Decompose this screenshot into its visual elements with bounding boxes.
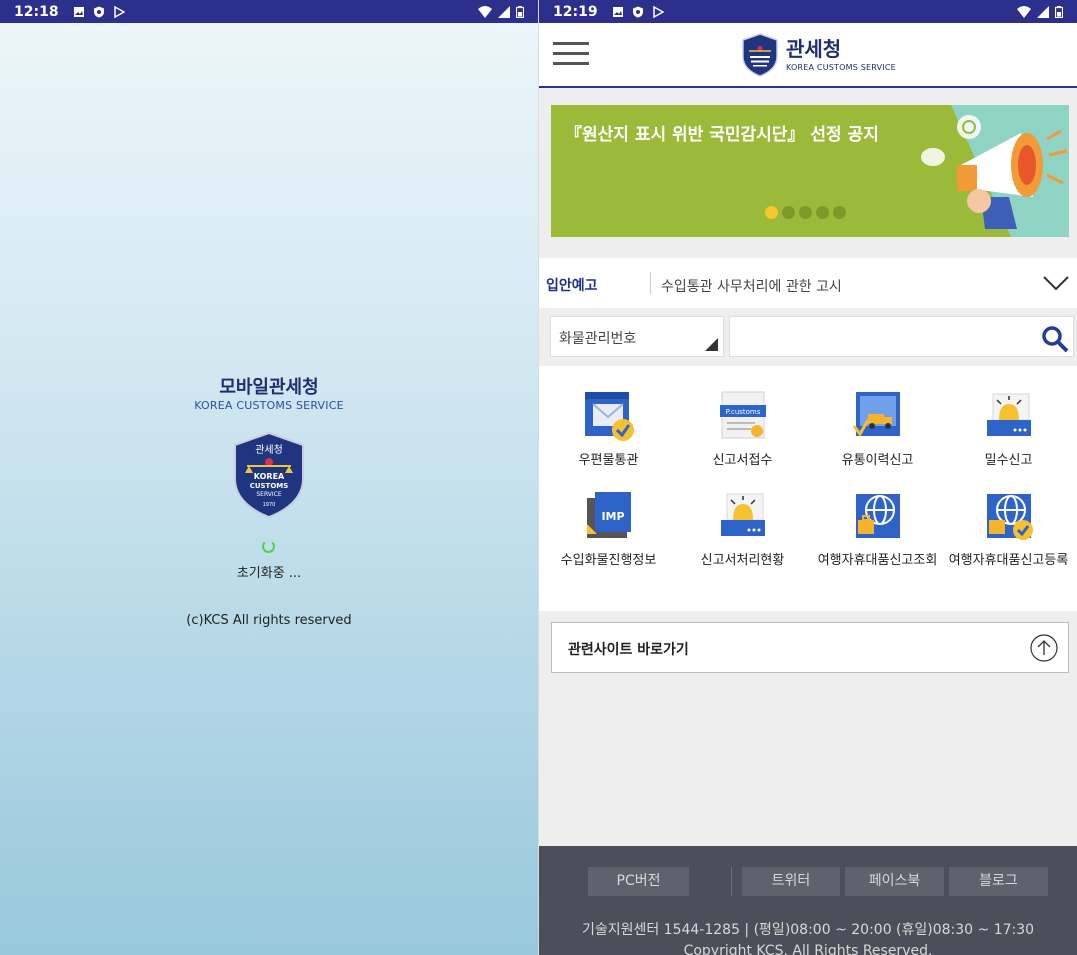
menu-item-label: 여행자휴대품신고등록 [948,553,1069,568]
loading-spinner [262,540,275,553]
banner-text: 『원산지 표시 위반 국민감시단』 선정 공지 [565,125,879,145]
menu-item-label: 신고서접수 [712,453,773,468]
emblem-service-text: SERVICE [256,491,282,498]
shield-notification-icon [93,6,104,17]
globe-luggage-check-icon [986,494,1033,540]
search-input[interactable] [729,316,1074,357]
menu-item-label: 여행자휴대품신고조회 [817,553,938,568]
main-screen: 12:19 관세청 KOREA CUSTOMS SERVICE 『원산지 표시 … [539,0,1077,955]
emblem-top-text: 관세청 [255,444,283,456]
pagination-dot[interactable] [816,206,829,219]
menu-item-label: 유통이력신고 [841,453,914,468]
megaphone-icon [921,105,1069,237]
blog-button[interactable]: 블로그 [949,867,1048,896]
related-sites-button[interactable]: 관련사이트 바로가기 [551,622,1069,673]
related-sites-area: 관련사이트 바로가기 [539,611,1077,846]
dropdown-triangle-icon [705,338,718,351]
splash-title: 모바일관세청 [219,377,319,398]
menu-item-distribution-report[interactable]: 유통이력신고 [810,390,945,468]
support-center-info: 기술지원센터 1544-1285 | (평일)08:00 ~ 20:00 (휴일… [581,922,1035,938]
status-bar: 12:18 [0,0,538,23]
status-time: 12:19 [553,3,598,20]
splash-screen: 12:18 모바일관세청 KOREA CUSTOMS SERVICE 관세청 K… [0,0,538,955]
customs-document-icon: P.customs [719,391,766,439]
battery-icon [1055,5,1063,18]
arrow-up-circle-icon[interactable] [1030,634,1058,662]
service-menu-grid: 우편물통관 P.customs 신고서접수 유통이력신고 밀수신고 IMP 수입… [539,366,1077,611]
svg-text:IMP: IMP [601,510,624,523]
header-title: 관세청 [786,36,842,61]
menu-item-traveler-goods-inquiry[interactable]: 여행자휴대품신고조회 [810,490,945,568]
twitter-button[interactable]: 트위터 [742,867,840,896]
menu-item-label: 우편물통관 [578,453,639,468]
loading-text: 초기화중 ... [236,566,302,581]
search-type-select[interactable]: 화물관리번호 [550,316,724,357]
notice-divider [650,272,651,294]
battery-icon [516,5,524,18]
menu-item-label: 신고서처리현황 [700,553,785,568]
emblem-year-text: 1970 [263,502,276,508]
banner-area: 『원산지 표시 위반 국민감시단』 선정 공지 [539,88,1077,258]
menu-item-smuggling-report[interactable]: 밀수신고 [941,390,1076,468]
menu-item-postal-clearance[interactable]: 우편물통관 [541,390,676,468]
menu-item-declaration-receipt[interactable]: P.customs 신고서접수 [675,390,810,468]
delivery-truck-icon [852,392,900,437]
notice-text[interactable]: 수입통관 사무처리에 관한 고시 [661,276,842,296]
pagination-dot[interactable] [765,206,778,219]
related-sites-label: 관련사이트 바로가기 [568,642,689,658]
wifi-icon [1017,5,1031,18]
menu-item-import-cargo-info[interactable]: IMP 수입화물진행정보 [541,490,676,568]
imp-cargo-icon: IMP [586,492,631,538]
footer-divider [731,867,732,896]
photo-notification-icon [612,6,623,17]
pagination-dot[interactable] [833,206,846,219]
splash-subtitle: KOREA CUSTOMS SERVICE [194,399,344,412]
signal-icon [1037,5,1049,18]
search-area: 화물관리번호 [539,308,1077,366]
footer: PC버전 트위터 페이스북 블로그 기술지원센터 1544-1285 | (평일… [539,846,1077,955]
status-time: 12:18 [14,3,59,20]
search-icon[interactable] [1041,325,1069,353]
notice-ticker[interactable]: 입안예고 수입통관 사무처리에 관한 고시 [539,258,1077,308]
play-notification-icon [652,5,664,18]
signal-icon [498,5,510,18]
shield-notification-icon [632,6,643,17]
menu-item-traveler-goods-register[interactable]: 여행자휴대품신고등록 [941,490,1076,568]
globe-luggage-icon [855,494,900,538]
header-logo[interactable]: 관세청 KOREA CUSTOMS SERVICE [742,33,896,77]
facebook-button[interactable]: 페이스북 [845,867,944,896]
banner-slide[interactable]: 『원산지 표시 위반 국민감시단』 선정 공지 [551,105,1069,237]
pagination-dot[interactable] [799,206,812,219]
status-bar: 12:19 [539,0,1077,23]
copyright-text: (c)KCS All rights reserved [186,613,352,628]
menu-item-label: 수입화물진행정보 [560,553,657,568]
emblem-korea-text: KOREA [254,472,285,481]
alarm-report-icon [986,393,1031,436]
chevron-down-icon[interactable] [1043,274,1069,292]
alarm-status-icon [720,493,765,536]
menu-button[interactable] [553,40,589,68]
footer-copyright: Copyright KCS. All Rights Reserved. [683,943,933,955]
play-notification-icon [113,5,125,18]
menu-item-declaration-status[interactable]: 신고서처리현황 [675,490,810,568]
pc-version-button[interactable]: PC버전 [588,867,689,896]
svg-text:P.customs: P.customs [725,408,760,416]
pagination-dot[interactable] [782,206,795,219]
wifi-icon [478,5,492,18]
header-subtitle: KOREA CUSTOMS SERVICE [786,62,896,72]
app-header: 관세청 KOREA CUSTOMS SERVICE [539,23,1077,88]
search-type-value: 화물관리번호 [559,331,637,347]
emblem-customs-text: CUSTOMS [250,482,289,490]
mail-check-icon [584,392,634,441]
customs-emblem-icon [742,33,778,77]
notice-label: 입안예고 [546,278,598,294]
customs-emblem-icon: 관세청 KOREA CUSTOMS SERVICE 1970 [234,431,304,519]
photo-notification-icon [73,6,84,17]
menu-item-label: 밀수신고 [984,453,1033,468]
banner-pagination [765,206,846,219]
